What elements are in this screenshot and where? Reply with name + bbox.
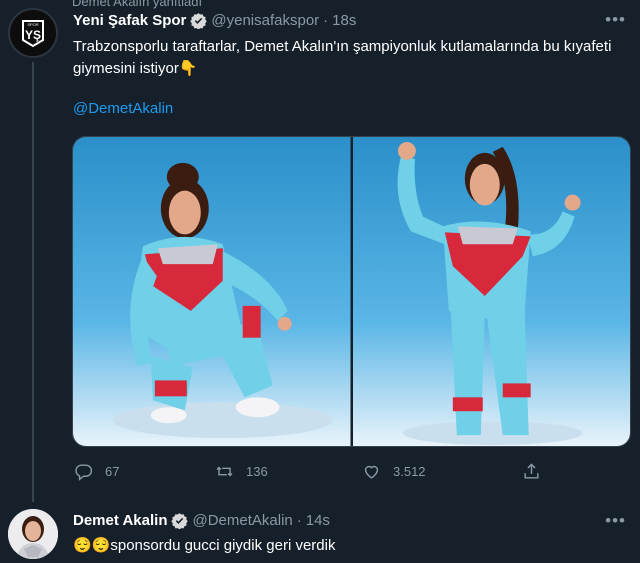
retweet-button[interactable]: 136 bbox=[215, 462, 268, 481]
reply-button[interactable]: 67 bbox=[74, 462, 119, 481]
tweet-photo-2[interactable] bbox=[352, 137, 630, 446]
yeni-safak-spor-logo-icon: SPOR YŞ bbox=[10, 10, 56, 56]
avatar-text: YŞ bbox=[25, 28, 41, 42]
photo-standing-tracksuit bbox=[352, 137, 630, 446]
tweet-header: Demet Akalin @DemetAkalin · 14s bbox=[73, 512, 330, 529]
share-icon bbox=[524, 463, 539, 479]
avatar[interactable]: SPOR YŞ bbox=[8, 8, 58, 58]
author-handle[interactable]: @DemetAkalin bbox=[192, 512, 292, 529]
verified-badge-icon bbox=[190, 13, 208, 29]
tweet-header: Yeni Şafak Spor @yenisafakspor · 18s bbox=[73, 12, 356, 29]
thread-line bbox=[32, 62, 34, 502]
more-options-icon[interactable]: ••• bbox=[605, 10, 626, 30]
tweet-text: 😌😌 sponsordu gucci giydik geri verdik bbox=[73, 536, 336, 555]
tweet-text: Trabzonsporlu taraftarlar, Demet Akalın'… bbox=[73, 38, 612, 77]
separator-dot: · bbox=[296, 512, 302, 529]
reply-body: sponsordu gucci giydik geri verdik bbox=[110, 536, 336, 554]
like-button[interactable]: 3.512 bbox=[362, 462, 426, 481]
tweet-photo-1[interactable] bbox=[73, 137, 351, 446]
retweet-icon bbox=[216, 466, 233, 477]
author-name[interactable]: Demet Akalin bbox=[73, 512, 167, 529]
reply-icon bbox=[75, 464, 93, 481]
separator-dot: · bbox=[323, 12, 329, 29]
reply-count: 67 bbox=[105, 464, 120, 479]
share-button[interactable] bbox=[522, 462, 541, 481]
author-handle[interactable]: @yenisafakspor bbox=[211, 12, 319, 29]
like-count: 3.512 bbox=[393, 464, 426, 479]
relieved-face-emoji: 😌😌 bbox=[73, 537, 111, 554]
tweet[interactable]: SPOR YŞ Yeni Şafak Spor @yenisafakspor ·… bbox=[0, 0, 640, 502]
tweet-actions: 67 136 3.512 bbox=[72, 462, 552, 486]
mention-link[interactable]: @DemetAkalin bbox=[73, 100, 173, 117]
avatar[interactable] bbox=[8, 509, 58, 559]
avatar-subtext: SPOR bbox=[27, 22, 38, 27]
timestamp[interactable]: 14s bbox=[306, 512, 330, 529]
profile-photo bbox=[8, 509, 58, 559]
verified-badge-icon bbox=[171, 513, 189, 529]
more-options-icon[interactable]: ••• bbox=[605, 511, 626, 531]
media-grid[interactable] bbox=[72, 136, 631, 447]
heart-icon bbox=[364, 465, 379, 479]
retweet-count: 136 bbox=[246, 464, 268, 479]
timestamp[interactable]: 18s bbox=[332, 12, 356, 29]
author-name[interactable]: Yeni Şafak Spor bbox=[73, 12, 186, 29]
photo-crouching-tracksuit bbox=[73, 137, 351, 446]
